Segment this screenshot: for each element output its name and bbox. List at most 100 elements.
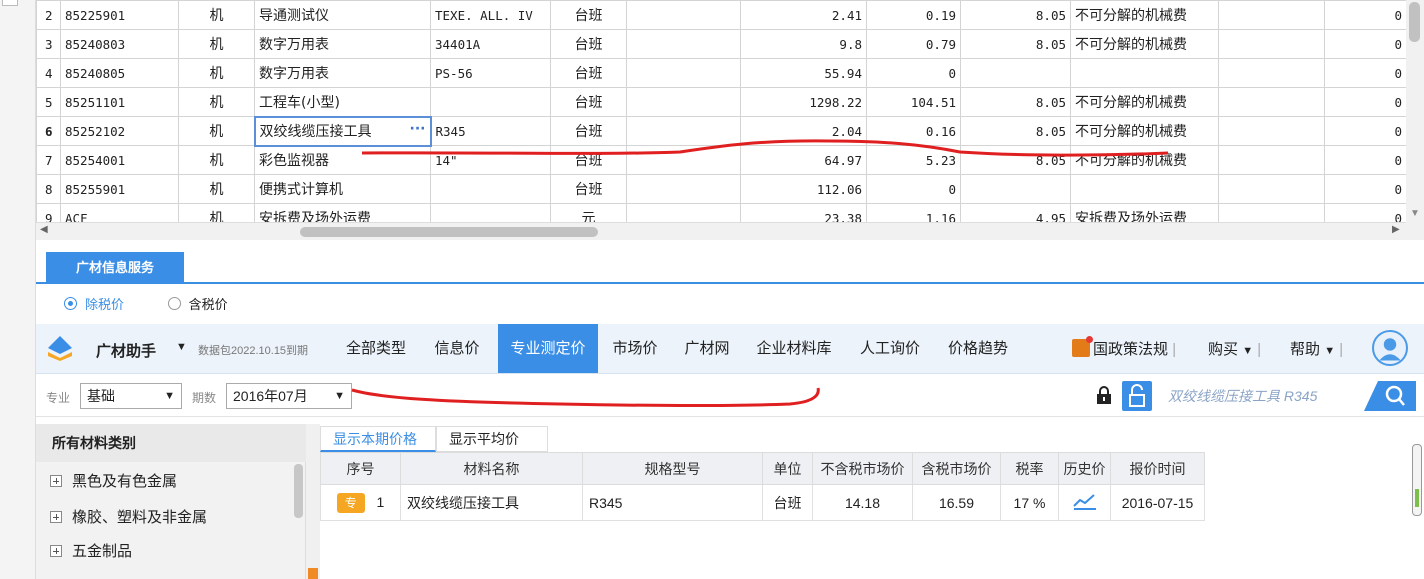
help-menu[interactable]: 帮助 ▼ |	[1290, 338, 1343, 359]
cell-z[interactable]: 0	[1324, 116, 1406, 146]
grid-row[interactable]: 2 85225901 机 导通测试仪 TEXE. ALL. IV 台班 2.41 0.19 8.…	[36, 0, 1406, 30]
cell-code[interactable]: 85252102	[60, 116, 179, 146]
cell-num[interactable]: 6	[36, 116, 61, 146]
cell-v2[interactable]: 0.16	[866, 116, 961, 146]
cell-spec[interactable]	[430, 87, 551, 117]
cell-empty[interactable]	[626, 145, 741, 175]
cell-rate[interactable]	[960, 174, 1071, 204]
nav-professional-price[interactable]: 专业测定价	[498, 324, 598, 373]
grid-row[interactable]: 8 85255901 机 便携式计算机 台班 112.06 0 0	[36, 174, 1406, 204]
tree-scrollbar[interactable]	[292, 464, 304, 579]
cell-price[interactable]: 64.97	[740, 145, 867, 175]
cell-cat[interactable]: 不可分解的机械费	[1070, 87, 1219, 117]
splitter[interactable]	[306, 424, 320, 579]
cell-name[interactable]: 安拆费及场外运费	[254, 203, 431, 222]
col-unit[interactable]: 单位	[762, 452, 813, 485]
table-row[interactable]: 专 1 双绞线缆压接工具 R345 台班 14.18 16.59 17 % 20…	[320, 484, 1205, 521]
tree-item[interactable]: 五金制品	[50, 540, 132, 561]
expand-plus-icon[interactable]	[50, 511, 62, 523]
grid-row[interactable]: 6 85252102 机 双绞线缆压接工具 ··· R345 台班 2.04 0.16 8.05 不…	[36, 115, 1406, 147]
cell-rate[interactable]: 4.95	[960, 203, 1071, 222]
grid-row[interactable]: 4 85240805 机 数字万用表 PS-56 台班 55.94 0 0	[36, 58, 1406, 88]
cell-num[interactable]: 8	[36, 174, 61, 204]
cell-rate[interactable]: 8.05	[960, 29, 1071, 59]
cell-unit[interactable]: 台班	[550, 87, 627, 117]
tab-guangcai-info[interactable]: 广材信息服务	[46, 252, 184, 284]
cell-empty[interactable]	[626, 58, 741, 88]
cell-v2[interactable]: 0	[866, 58, 961, 88]
cell-empty[interactable]	[626, 29, 741, 59]
nav-all-types[interactable]: 全部类型	[336, 324, 416, 373]
major-select[interactable]: 基础 ▼	[80, 383, 182, 409]
cell-num[interactable]: 2	[36, 0, 61, 30]
cell-unit[interactable]: 台班	[550, 58, 627, 88]
grid-horizontal-scrollbar[interactable]: ◀ ▶	[36, 222, 1406, 240]
cell-z[interactable]: 0	[1324, 0, 1406, 30]
cell-name[interactable]: 便携式计算机	[254, 174, 431, 204]
cell-type[interactable]: 机	[178, 58, 255, 88]
cell-empty[interactable]	[626, 0, 741, 30]
cell-num[interactable]: 9	[36, 203, 61, 222]
cell-cat[interactable]	[1070, 58, 1219, 88]
cell-spec[interactable]: TEXE. ALL. IV	[430, 0, 551, 30]
cell-v2[interactable]: 104.51	[866, 87, 961, 117]
cell-code[interactable]: 85254001	[60, 145, 179, 175]
tab-current-price[interactable]: 显示本期价格	[320, 426, 436, 452]
cell-empty[interactable]	[1218, 58, 1325, 88]
cell-code[interactable]: ACF	[60, 203, 179, 222]
col-name[interactable]: 材料名称	[400, 452, 583, 485]
cell-empty[interactable]	[1218, 116, 1325, 146]
cell-code[interactable]: 85225901	[60, 0, 179, 30]
nav-market-price[interactable]: 市场价	[604, 324, 666, 373]
cell-v2[interactable]: 0.79	[866, 29, 961, 59]
buy-menu[interactable]: 购买 ▼ |	[1208, 338, 1261, 359]
user-avatar-icon[interactable]	[1372, 330, 1408, 366]
cell-num[interactable]: 5	[36, 87, 61, 117]
cell-rate[interactable]: 8.05	[960, 116, 1071, 146]
cell-name[interactable]: 彩色监视器	[254, 145, 431, 175]
cell-name[interactable]: 数字万用表	[254, 58, 431, 88]
cell-type[interactable]: 机	[178, 174, 255, 204]
grid-row[interactable]: 3 85240803 机 数字万用表 34401A 台班 9.8 0.79 8.05 不可分解的机…	[36, 29, 1406, 59]
cell-code[interactable]: 85251101	[60, 87, 179, 117]
cell-z[interactable]: 0	[1324, 203, 1406, 222]
lock-open-icon[interactable]	[1122, 381, 1152, 411]
cell-num[interactable]: 3	[36, 29, 61, 59]
splitter-handle[interactable]	[308, 568, 318, 579]
scroll-grip[interactable]	[1415, 489, 1419, 507]
scroll-thumb[interactable]	[294, 464, 303, 518]
cell-z[interactable]: 0	[1324, 174, 1406, 204]
material-search-input[interactable]: 双绞线缆压接工具 R345	[1156, 381, 1376, 411]
col-date[interactable]: 报价时间	[1110, 452, 1205, 485]
cell-v2[interactable]: 0.19	[866, 0, 961, 30]
cell-type[interactable]: 机	[178, 116, 255, 146]
cell-cat[interactable]: 不可分解的机械费	[1070, 145, 1219, 175]
cell-v2[interactable]: 0	[866, 174, 961, 204]
cell-cat[interactable]: 安拆费及场外运费	[1070, 203, 1219, 222]
cell-num[interactable]: 7	[36, 145, 61, 175]
col-ex-tax[interactable]: 不含税市场价	[812, 452, 913, 485]
cell-type[interactable]: 机	[178, 29, 255, 59]
cell-empty[interactable]	[626, 174, 741, 204]
expand-plus-icon[interactable]	[50, 475, 62, 487]
cell-z[interactable]: 0	[1324, 29, 1406, 59]
caret-down-icon[interactable]: ▼	[176, 341, 187, 353]
nav-labor-inquiry[interactable]: 人工询价	[850, 324, 930, 373]
cell-code[interactable]: 85240803	[60, 29, 179, 59]
cell-spec[interactable]	[430, 174, 551, 204]
cell-empty[interactable]	[1218, 203, 1325, 222]
brand-name[interactable]: 广材助手	[96, 340, 156, 361]
nav-guangcai-web[interactable]: 广材网	[676, 324, 738, 373]
cell-price[interactable]: 1298.22	[740, 87, 867, 117]
cell-rate[interactable]: 8.05	[960, 145, 1071, 175]
expand-plus-icon[interactable]	[50, 545, 62, 557]
period-select[interactable]: 2016年07月 ▼	[226, 383, 352, 409]
cell-empty[interactable]	[626, 203, 741, 222]
cell-empty[interactable]	[1218, 145, 1325, 175]
cell-name[interactable]: 工程车(小型)	[254, 87, 431, 117]
cell-unit[interactable]: 台班	[550, 174, 627, 204]
cell-unit[interactable]: 台班	[550, 145, 627, 175]
nav-enterprise-lib[interactable]: 企业材料库	[746, 324, 842, 373]
cell-cat[interactable]: 不可分解的机械费	[1070, 29, 1219, 59]
grid-row[interactable]: 7 85254001 机 彩色监视器 14" 台班 64.97 5.23 8.05 不可分解的机械…	[36, 145, 1406, 175]
